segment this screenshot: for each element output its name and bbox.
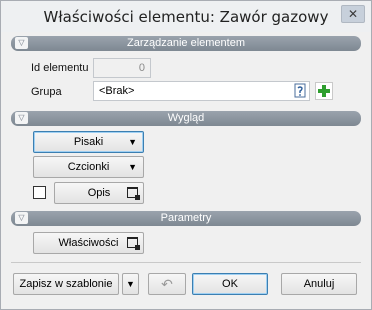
properties-label: Właściwości [58, 237, 119, 249]
section-header-management[interactable]: ▽ Zarządzanie elementem [11, 36, 361, 51]
edit-document-icon [294, 83, 306, 98]
pens-label: Pisaki [73, 136, 104, 148]
properties-button[interactable]: Właściwości [33, 232, 144, 254]
group-field[interactable]: <Brak> [93, 81, 310, 101]
properties-dialog: Właściwości elementu: Zawór gazowy ✕ ▽ Z… [0, 0, 372, 310]
save-template-button[interactable]: Zapisz w szablonie [13, 273, 119, 295]
dropdown-arrow-icon: ▼ [128, 137, 137, 147]
section-title-management: Zarządzanie elementem [126, 37, 245, 49]
section-title-parameters: Parametry [160, 212, 212, 224]
save-template-dropdown-button[interactable]: ▼ [122, 273, 139, 295]
section-header-appearance[interactable]: ▽ Wygląd [11, 111, 361, 126]
cancel-button[interactable]: Anuluj [281, 273, 357, 295]
cancel-label: Anuluj [303, 278, 335, 290]
dropdown-arrow-icon: ▼ [128, 162, 137, 172]
undo-button[interactable]: ↶ [148, 273, 186, 295]
dialog-title: Właściwości elementu: Zawór gazowy [43, 7, 329, 26]
collapse-chevron-icon: ▽ [15, 212, 28, 224]
section-header-parameters[interactable]: ▽ Parametry [11, 211, 361, 226]
dropdown-arrow-icon: ▼ [126, 279, 135, 289]
section-title-appearance: Wygląd [167, 112, 205, 124]
popout-icon [127, 187, 140, 200]
element-id-field: 0 [93, 58, 151, 78]
collapse-chevron-icon: ▽ [15, 112, 28, 124]
titlebar: Właściwości elementu: Zawór gazowy ✕ [1, 1, 371, 32]
description-button[interactable]: Opis [54, 182, 144, 204]
fonts-label: Czcionki [67, 161, 110, 173]
ok-label: OK [222, 278, 238, 290]
group-label: Grupa [31, 86, 62, 98]
close-button[interactable]: ✕ [341, 5, 365, 23]
group-picker-button[interactable] [291, 82, 309, 100]
description-label: Opis [87, 187, 111, 199]
add-group-button[interactable] [315, 82, 333, 100]
element-id-label: Id elementu [31, 62, 89, 74]
plus-icon [318, 85, 330, 97]
popout-icon [127, 237, 140, 250]
undo-icon: ↶ [161, 276, 173, 292]
collapse-chevron-icon: ▽ [15, 37, 28, 49]
close-icon: ✕ [347, 7, 359, 21]
footer-divider [11, 262, 361, 263]
description-checkbox[interactable] [33, 186, 46, 199]
ok-button[interactable]: OK [192, 273, 268, 295]
save-template-label: Zapisz w szablonie [19, 278, 113, 290]
fonts-dropdown-button[interactable]: Czcionki ▼ [33, 156, 144, 178]
pens-dropdown-button[interactable]: Pisaki ▼ [33, 131, 144, 153]
